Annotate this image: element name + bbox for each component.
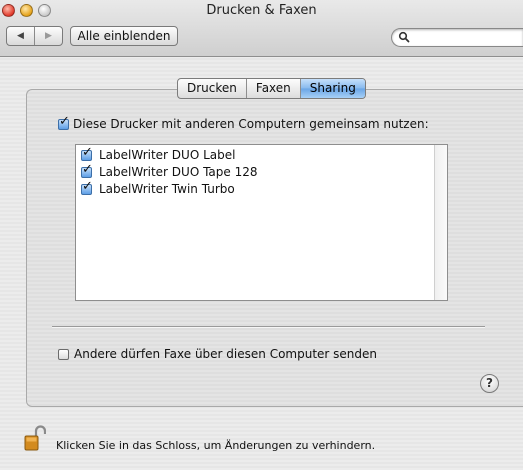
checkmark-icon: ✓	[59, 113, 70, 129]
printer-name: LabelWriter Twin Turbo	[99, 182, 235, 196]
preferences-window: Drucken & Faxen ◀ ▶ Alle einblenden Druc…	[0, 0, 523, 470]
lock-icon[interactable]	[24, 424, 46, 452]
list-item[interactable]: ✓ LabelWriter Twin Turbo	[81, 180, 235, 196]
tab-drucken[interactable]: Drucken	[178, 79, 246, 98]
title-bar: Drucken & Faxen ◀ ▶ Alle einblenden	[0, 0, 523, 57]
lock-hint: Klicken Sie in das Schloss, um Änderunge…	[56, 439, 376, 452]
share-printers-option[interactable]: ✓ Diese Drucker mit anderen Computern ge…	[58, 115, 429, 131]
share-printers-checkbox[interactable]: ✓	[58, 115, 70, 130]
search-field[interactable]	[391, 28, 523, 47]
search-icon	[398, 31, 410, 43]
printer-name: LabelWriter DUO Tape 128	[99, 165, 258, 179]
printer-checkbox[interactable]: ✓	[81, 146, 93, 161]
show-all-button[interactable]: Alle einblenden	[70, 26, 178, 46]
allow-fax-option[interactable]: Andere dürfen Faxe über diesen Computer …	[58, 347, 377, 361]
help-button[interactable]: ?	[480, 374, 499, 393]
divider	[52, 326, 485, 328]
printer-name: LabelWriter DUO Label	[99, 148, 236, 162]
list-scrollbar[interactable]	[434, 145, 447, 300]
checkmark-icon: ✓	[82, 161, 93, 177]
window-title: Drucken & Faxen	[206, 3, 317, 18]
tab-faxen[interactable]: Faxen	[245, 79, 300, 98]
printer-checkbox[interactable]: ✓	[81, 180, 93, 195]
allow-fax-checkbox[interactable]	[58, 348, 69, 360]
list-item[interactable]: ✓ LabelWriter DUO Label	[81, 146, 236, 162]
tab-sharing[interactable]: Sharing	[299, 79, 365, 98]
printer-checkbox[interactable]: ✓	[81, 163, 93, 178]
forward-arrow-icon: ▶	[45, 31, 52, 41]
printer-list[interactable]: ✓ LabelWriter DUO Label ✓ LabelWriter DU…	[75, 144, 448, 301]
tab-bar: Drucken Faxen Sharing	[177, 78, 366, 99]
back-button[interactable]: ◀	[7, 27, 34, 45]
share-printers-label: Diese Drucker mit anderen Computern geme…	[73, 117, 429, 131]
search-input[interactable]	[412, 30, 522, 47]
forward-button[interactable]: ▶	[34, 27, 62, 45]
checkmark-icon: ✓	[82, 178, 93, 194]
back-arrow-icon: ◀	[17, 31, 24, 41]
checkmark-icon: ✓	[82, 144, 93, 160]
nav-buttons: ◀ ▶	[6, 26, 63, 46]
allow-fax-label: Andere dürfen Faxe über diesen Computer …	[74, 347, 378, 361]
list-item[interactable]: ✓ LabelWriter DUO Tape 128	[81, 163, 258, 179]
